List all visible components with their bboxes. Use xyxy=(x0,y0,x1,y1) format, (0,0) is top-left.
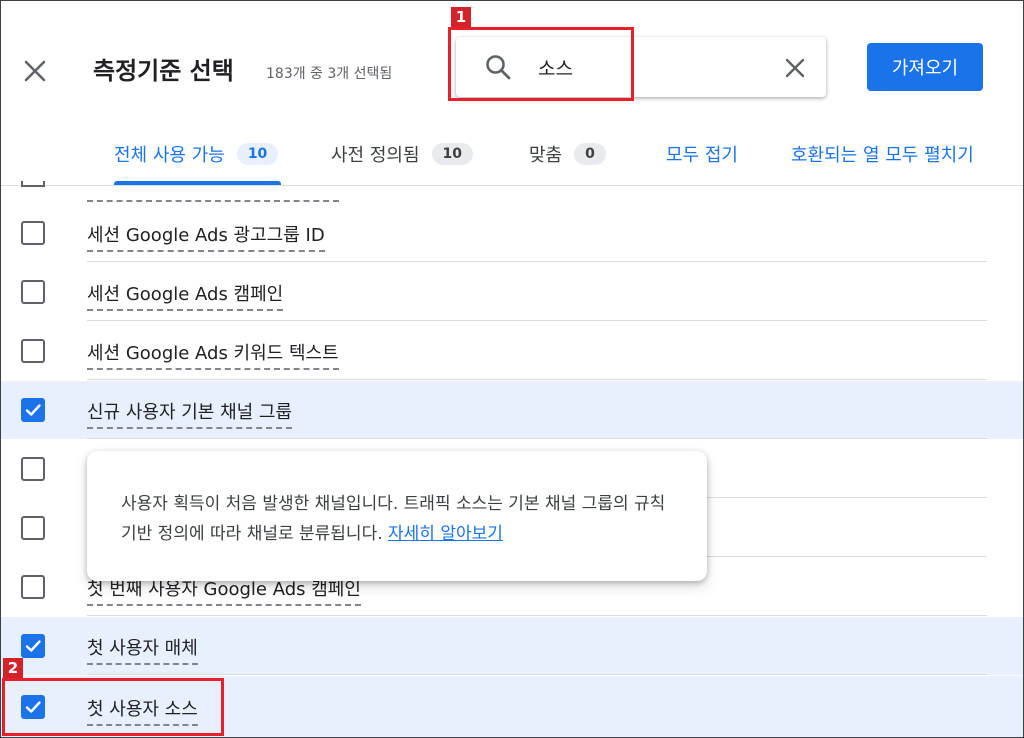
annotation-tag-1: 1 xyxy=(451,7,471,27)
list-item[interactable]: 세션 Google Ads 키워드 텍스트 xyxy=(1,322,1023,380)
divider xyxy=(87,438,987,439)
divider xyxy=(87,674,987,675)
dimension-tooltip: 사용자 획득이 처음 발생한 채널입니다. 트래픽 소스는 기본 채널 그룹의 … xyxy=(87,451,707,581)
checkbox[interactable] xyxy=(21,457,45,481)
tab-label: 사전 정의됨 xyxy=(331,145,420,166)
divider xyxy=(87,320,987,321)
dialog-title: 측정기준 선택 xyxy=(93,57,234,85)
list-item[interactable]: 세션 Google Ads 캠페인 xyxy=(1,263,1023,321)
selection-count: 183개 중 3개 선택됨 xyxy=(266,66,393,82)
annotation-box-1 xyxy=(448,27,634,101)
check-icon xyxy=(25,640,41,652)
dimension-label[interactable]: 세션 Google Ads 광고그룹 ID xyxy=(87,221,325,252)
expand-compatible-link[interactable]: 호환되는 열 모두 펼치기 xyxy=(791,141,974,167)
tab-count-badge: 10 xyxy=(431,143,474,165)
checkbox[interactable] xyxy=(21,181,45,187)
close-icon[interactable] xyxy=(21,57,49,85)
tab-label: 전체 사용 가능 xyxy=(114,145,225,166)
divider xyxy=(87,615,987,616)
dimension-picker-dialog: 측정기준 선택 183개 중 3개 선택됨 가져오기 전체 사용 가능 10 사… xyxy=(0,0,1024,738)
check-icon xyxy=(25,404,41,416)
header-divider xyxy=(1,185,1023,186)
divider xyxy=(87,261,987,262)
checkbox[interactable] xyxy=(21,575,45,599)
divider xyxy=(87,379,987,380)
annotation-box-2 xyxy=(2,678,224,736)
annotation-tag-2: 2 xyxy=(3,658,23,678)
dimension-label[interactable]: 세션 Google Ads 캠페인 xyxy=(87,280,284,311)
dimension-label[interactable]: 첫 사용자 매체 xyxy=(87,634,198,665)
tab-count-badge: 10 xyxy=(236,143,279,165)
tab-all-available[interactable]: 전체 사용 가능 10 xyxy=(114,141,279,167)
list-item[interactable]: 세션 Google Ads 광고그룹 ID xyxy=(1,204,1023,262)
collapse-all-link[interactable]: 모두 접기 xyxy=(666,141,738,167)
learn-more-link[interactable]: 자세히 알아보기 xyxy=(388,524,503,544)
tab-count-badge: 0 xyxy=(574,143,606,165)
tab-custom[interactable]: 맞춤 0 xyxy=(529,141,606,167)
checked-checkbox[interactable] xyxy=(21,634,45,658)
dimension-label xyxy=(87,200,339,202)
checkbox[interactable] xyxy=(21,221,45,245)
checkbox[interactable] xyxy=(21,280,45,304)
dimension-label[interactable]: 세션 Google Ads 키워드 텍스트 xyxy=(87,339,339,370)
checkbox[interactable] xyxy=(21,516,45,540)
checked-checkbox[interactable] xyxy=(21,398,45,422)
list-item[interactable]: 신규 사용자 기본 채널 그룹 xyxy=(1,381,1023,439)
list-item[interactable]: 첫 사용자 매체 xyxy=(1,617,1023,675)
tab-label: 맞춤 xyxy=(529,145,563,166)
clear-search-icon[interactable] xyxy=(782,55,808,81)
dimension-label[interactable]: 신규 사용자 기본 채널 그룹 xyxy=(87,398,293,429)
checkbox[interactable] xyxy=(21,339,45,363)
import-button[interactable]: 가져오기 xyxy=(867,43,983,91)
tab-predefined[interactable]: 사전 정의됨 10 xyxy=(331,141,474,167)
